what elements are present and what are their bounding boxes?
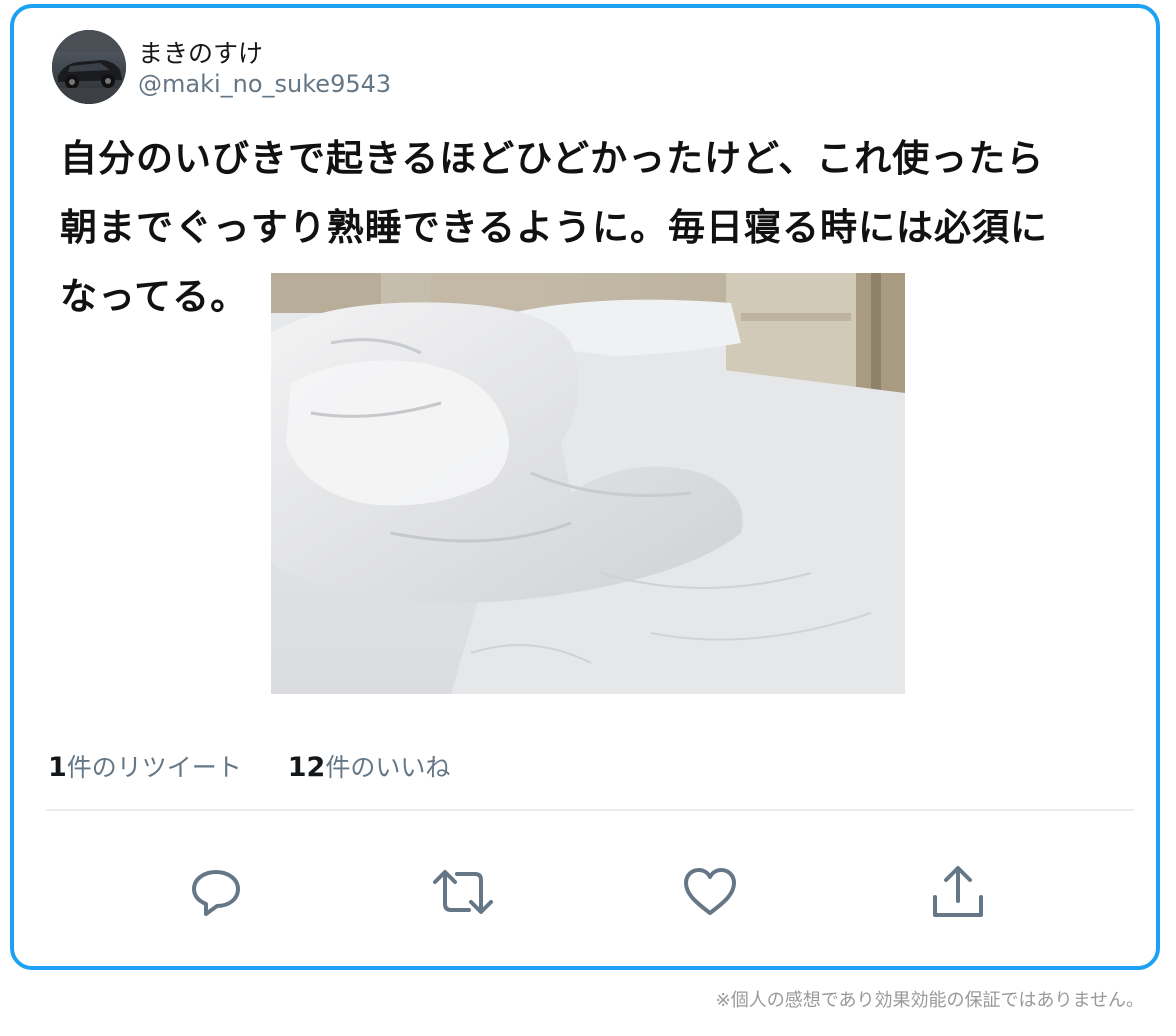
divider xyxy=(46,809,1134,811)
user-handle[interactable]: @maki_no_suke9543 xyxy=(138,70,391,98)
reply-button[interactable] xyxy=(184,862,248,926)
share-button[interactable] xyxy=(926,862,990,926)
tweet-card: まきのすけ @maki_no_suke9543 自分のいびきで起きるほどひどかっ… xyxy=(10,4,1160,970)
disclaimer-text: ※個人の感想であり効果効能の保証ではありません。 xyxy=(715,990,1144,1011)
retweet-label: 件のリツイート xyxy=(66,753,242,782)
like-icon xyxy=(681,865,739,923)
like-label: 件のいいね xyxy=(325,753,451,782)
display-name[interactable]: まきのすけ xyxy=(138,34,263,70)
share-icon xyxy=(929,863,987,925)
retweet-stat[interactable]: 1件のリツイート xyxy=(48,752,242,783)
like-stat[interactable]: 12件のいいね xyxy=(287,752,451,783)
tweet-stats: 1件のリツイート 12件のいいね xyxy=(48,748,488,784)
tweet-text-line: 朝までぐっすり熟睡できるように。毎日寝る時には必須に xyxy=(60,206,1048,249)
retweet-icon xyxy=(431,864,495,924)
like-button[interactable] xyxy=(678,862,742,926)
like-count: 12 xyxy=(287,752,326,783)
avatar[interactable] xyxy=(52,30,126,104)
retweet-count: 1 xyxy=(48,752,67,783)
reply-icon xyxy=(188,864,244,924)
retweet-button[interactable] xyxy=(431,862,495,926)
tweet-photo[interactable] xyxy=(271,273,905,694)
tweet-text-line: 自分のいびきで起きるほどひどかったけど、これ使ったら xyxy=(60,137,1045,180)
